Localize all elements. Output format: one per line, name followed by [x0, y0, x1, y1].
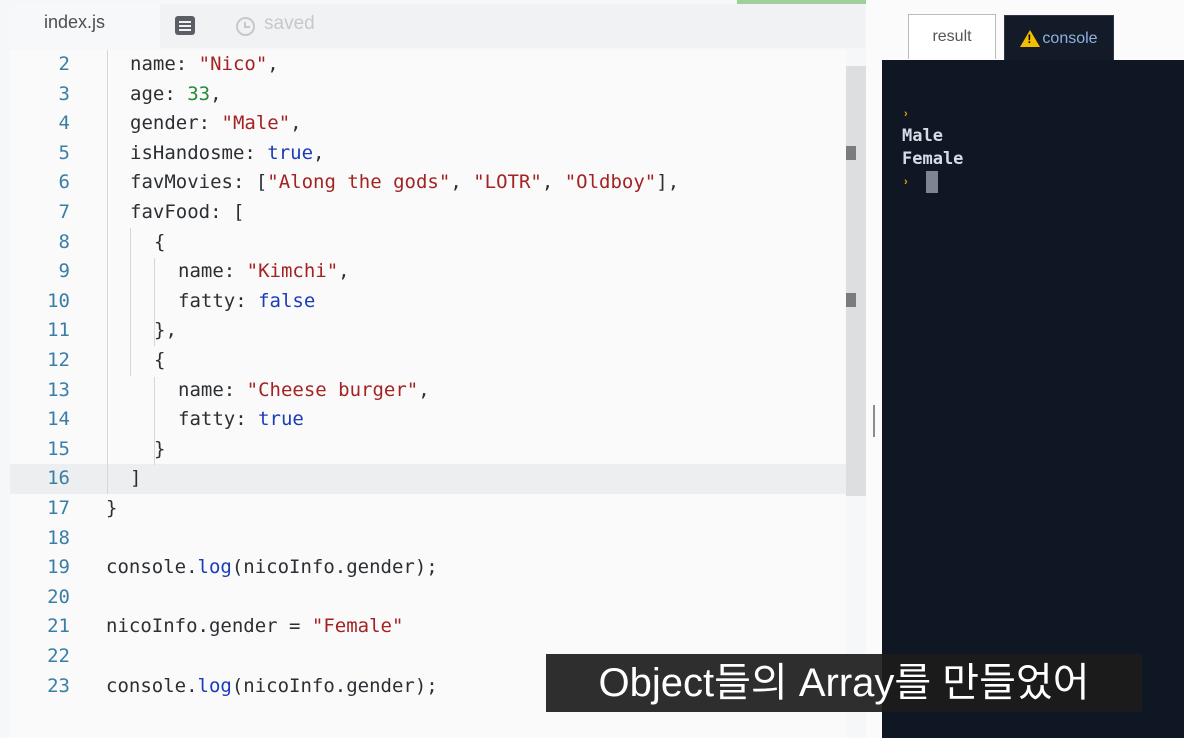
tab-result[interactable]: result	[908, 14, 996, 59]
line-number: 5	[58, 141, 70, 164]
save-status: saved	[264, 13, 315, 34]
line-number: 16	[47, 467, 70, 490]
code-line[interactable]: 14 fatty: true	[10, 405, 846, 435]
line-number: 23	[47, 674, 70, 697]
code-line[interactable]: 11},	[10, 316, 846, 346]
line-number: 2	[58, 53, 70, 75]
console-cursor[interactable]	[926, 171, 938, 193]
indent-guide	[154, 377, 155, 465]
line-number: 4	[58, 112, 70, 135]
code-line[interactable]: 18	[10, 524, 846, 554]
code-editor: index.js saved 2 name: "Nico", 3 age: 33, 4 g…	[0, 0, 878, 738]
line-number: 11	[47, 319, 70, 342]
line-number: 21	[47, 615, 70, 638]
code-line[interactable]: 19 console.log(nicoInfo.gender);	[10, 553, 846, 583]
scroll-marker	[846, 146, 856, 160]
line-number: 7	[58, 201, 70, 223]
video-subtitle: Object들의 Array를 만들었어	[546, 654, 1142, 712]
line-number: 3	[58, 82, 70, 105]
line-number: 12	[47, 349, 70, 371]
code-line[interactable]: 13 name: "Cheese burger",	[10, 376, 846, 406]
document-icon[interactable]	[175, 16, 195, 35]
indent-guide	[130, 228, 131, 376]
line-number: 17	[47, 497, 70, 519]
warning-icon: !	[1020, 30, 1041, 47]
line-number: 19	[47, 556, 70, 579]
line-number: 10	[47, 289, 70, 312]
code-line[interactable]: 21 nicoInfo.gender = "Female"	[10, 612, 846, 642]
progress-bar	[737, 0, 878, 4]
indent-guide	[154, 258, 155, 346]
code-line[interactable]: 12{	[10, 346, 846, 376]
line-number: 20	[47, 585, 70, 608]
scroll-marker	[846, 293, 856, 307]
editor-scrollbar[interactable]	[846, 66, 866, 496]
code-line[interactable]: 9 name: "Kimchi",	[10, 257, 846, 287]
console-line: Male	[902, 126, 943, 146]
code-line[interactable]: 4 gender: "Male",	[10, 109, 846, 139]
code-area[interactable]: 2 name: "Nico", 3 age: 33, 4 gender: "Male", 5…	[10, 50, 846, 738]
code-line[interactable]: 2 name: "Nico",	[10, 50, 846, 80]
code-line[interactable]: 16]	[10, 464, 846, 494]
line-number: 22	[47, 645, 70, 667]
history-icon	[236, 17, 255, 36]
code-line[interactable]: 15}	[10, 435, 846, 465]
code-line[interactable]: 17}	[10, 494, 846, 524]
line-number: 14	[47, 408, 70, 431]
code-line[interactable]: 20	[10, 583, 846, 613]
tab-console-label: console	[1042, 29, 1098, 47]
tab-console[interactable]: ! console	[1004, 15, 1114, 61]
line-number: 6	[58, 171, 70, 194]
code-line[interactable]: 6 favMovies: ["Along the gods", "LOTR", "…	[10, 168, 846, 198]
line-number: 18	[47, 526, 70, 549]
console-output[interactable]: › Male Female ›	[882, 60, 1184, 738]
pane-divider[interactable]	[866, 0, 880, 738]
line-number: 15	[47, 437, 70, 460]
line-number: 8	[58, 230, 70, 253]
line-number: 9	[58, 260, 70, 283]
console-line: Female	[902, 149, 964, 169]
file-tab-label[interactable]: index.js	[44, 12, 105, 33]
prompt-icon: ›	[904, 108, 908, 120]
resize-handle[interactable]	[873, 405, 875, 437]
indent-guide	[107, 50, 108, 494]
code-line[interactable]: 8{	[10, 228, 846, 258]
code-line[interactable]: 7 favFood: [	[10, 198, 846, 228]
code-line[interactable]: 5 isHandosme: true,	[10, 139, 846, 169]
code-line[interactable]: 10 fatty: false	[10, 287, 846, 317]
code-line[interactable]: 3 age: 33,	[10, 80, 846, 110]
prompt-icon: ›	[904, 176, 908, 188]
line-number: 13	[47, 378, 70, 401]
